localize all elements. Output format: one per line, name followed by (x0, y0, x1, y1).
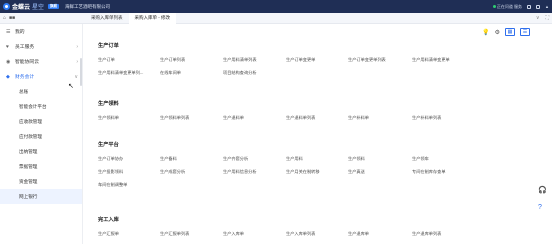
function-link[interactable]: 生产入库单列表 (286, 231, 315, 237)
function-link[interactable]: 生产领料 (348, 156, 365, 162)
user-icon[interactable] (536, 4, 541, 9)
sidebar-item-label: 我的 (15, 30, 25, 35)
gear-icon[interactable]: ⚙ (495, 29, 500, 36)
function-link[interactable]: 生产齐套分析 (223, 156, 248, 162)
section-title: 生产平台 (98, 142, 119, 148)
fullscreen-icon[interactable]: ⛶ (545, 15, 549, 21)
function-link[interactable]: 生产备料 (160, 156, 177, 162)
function-link[interactable]: 生产用料清单变更单列... (98, 70, 143, 76)
expand-icon[interactable]: ▲ (545, 4, 549, 9)
view-toolbar: 💡 ⚙ ▦ ☰ (482, 28, 530, 36)
sidebar-sub-notes[interactable]: 票据管理 (0, 159, 82, 174)
sidebar-sub-online-bank[interactable]: 网上银行 (0, 189, 82, 204)
company-name[interactable]: 海鲜工艺酒吧有限公司 (65, 4, 110, 10)
function-link[interactable]: 生产投影领料 (98, 169, 123, 175)
function-link[interactable]: 车间在制调整单 (98, 182, 127, 188)
menu-icon: ☰ (6, 28, 11, 35)
brand-main: 金蝶云 (12, 5, 31, 11)
sidebar-scrollbar[interactable] (80, 58, 82, 86)
function-link[interactable]: 在线车间单 (160, 70, 181, 76)
function-link[interactable]: 生产领料单 (98, 115, 119, 121)
cloud-icon: ◉ (6, 58, 11, 65)
sidebar-sub-payables[interactable]: 应付款管理 (0, 129, 82, 144)
heart-icon: ♥ (6, 43, 9, 50)
function-link[interactable]: 生产退库单 (348, 231, 369, 237)
sidebar-item-label: 智能协同云 (15, 60, 39, 65)
tab-purchase-receipt-list[interactable]: 采购入库单列表 (85, 13, 129, 24)
function-link[interactable]: 生产订单列表 (160, 57, 185, 63)
chevron-down-icon: ∨ (74, 73, 78, 80)
grid-view-button[interactable]: ▦ (505, 28, 515, 36)
app-logo[interactable]: 金蝶云 星空 旗舰 (3, 2, 60, 11)
function-link[interactable]: 生产补料单列表 (412, 115, 441, 121)
sidebar-item-label: 员工服务 (15, 45, 35, 50)
sidebar-sub-funds[interactable]: 资金管理 (0, 174, 82, 189)
tabs-dropdown-icon[interactable]: ∨ (536, 15, 540, 21)
function-link[interactable]: 生产退料单 (223, 115, 244, 121)
logo-icon (3, 3, 10, 10)
right-rail: 🎧 ? (533, 24, 552, 244)
sidebar-sub-smart-accounting[interactable]: 智能会计平台 (0, 99, 82, 114)
grid-icon[interactable]: ■■ (9, 15, 15, 21)
section-title: 生产领料 (98, 101, 119, 107)
lightbulb-icon[interactable]: 💡 (482, 29, 489, 36)
finance-icon: ◆ (6, 73, 10, 80)
function-link[interactable]: 生产入库单 (223, 231, 244, 237)
function-link[interactable]: 生产成套分析 (160, 169, 185, 175)
sidebar-item-mine[interactable]: ☰ 我的 (0, 24, 82, 39)
function-link[interactable]: 生产真送 (348, 169, 365, 175)
status-indicator[interactable]: 正在问道 服务 (492, 4, 522, 10)
function-link[interactable]: 生产用料 (286, 156, 303, 162)
function-link[interactable]: 生产用料清单变更单 (412, 57, 450, 63)
headset-icon[interactable]: 🎧 (538, 186, 547, 194)
function-link[interactable]: 生产订单 (98, 57, 115, 63)
function-link[interactable]: 生产领车 (412, 156, 429, 162)
function-link[interactable]: 生产退料单列表 (286, 115, 315, 121)
function-link[interactable]: 生产汇报单 (98, 231, 119, 237)
function-link[interactable]: 生产订单协办 (98, 156, 123, 162)
online-dot-icon (492, 4, 496, 8)
sidebar-item-label: 财务会计 (15, 75, 35, 80)
top-bar: 金蝶云 星空 旗舰 海鲜工艺酒吧有限公司 正在问道 服务 ▲ (0, 0, 552, 13)
function-link[interactable]: 项目结构查询分析 (223, 70, 257, 76)
sidebar-item-employee-service[interactable]: ♥ 员工服务 › (0, 39, 82, 54)
function-link[interactable]: 生产用料信息分析 (223, 169, 257, 175)
function-link[interactable]: 专间在制库存查单 (412, 169, 446, 175)
sidebar-sub-cashier[interactable]: 出纳管理 (0, 144, 82, 159)
function-link[interactable]: 生产订单变更单列表 (348, 57, 386, 63)
sidebar-sub-receivables[interactable]: 应收款管理 (0, 114, 82, 129)
function-link[interactable]: 生产订单变更单 (286, 57, 315, 63)
function-link[interactable]: 生产退库单列表 (412, 231, 441, 237)
mouse-cursor-icon: ↖ (68, 83, 74, 90)
sidebar-item-collab-cloud[interactable]: ◉ 智能协同云 › (0, 54, 82, 69)
section-title: 生产订单 (98, 43, 119, 49)
tab-bar: ⌂ ■■ 采购入库单列表 采购入库单 - 修改 ∨ ⛶ (0, 12, 552, 24)
edition-badge: 旗舰 (48, 4, 60, 9)
brand-star: 星空 (32, 5, 45, 11)
chevron-right-icon: › (76, 58, 78, 65)
sidebar: ☰ 我的 ♥ 员工服务 › ◉ 智能协同云 › ◆ 财务会计 ∨ 总账 智能会计… (0, 24, 83, 244)
function-link[interactable]: 生产月关在制转移 (286, 169, 320, 175)
function-link[interactable]: 生产汇报单列表 (160, 231, 189, 237)
section-title: 完工入库 (98, 217, 119, 223)
function-link[interactable]: 生产领料单列表 (160, 115, 189, 121)
tab-purchase-receipt-edit[interactable]: 采购入库单 - 修改 (128, 12, 176, 24)
function-link[interactable]: 生产用料清单列表 (223, 57, 257, 63)
message-icon[interactable] (527, 4, 532, 9)
chevron-right-icon: › (76, 43, 78, 50)
home-icon[interactable]: ⌂ (3, 15, 6, 21)
main-content: 💡 ⚙ ▦ ☰ 生产订单 生产订单 生产订单列表 生产用料清单列表 生产订单变更单 生产订… (86, 24, 530, 244)
function-link[interactable]: 生产补料单 (348, 115, 369, 121)
list-view-button[interactable]: ☰ (520, 28, 530, 36)
help-icon[interactable]: ? (538, 204, 542, 211)
